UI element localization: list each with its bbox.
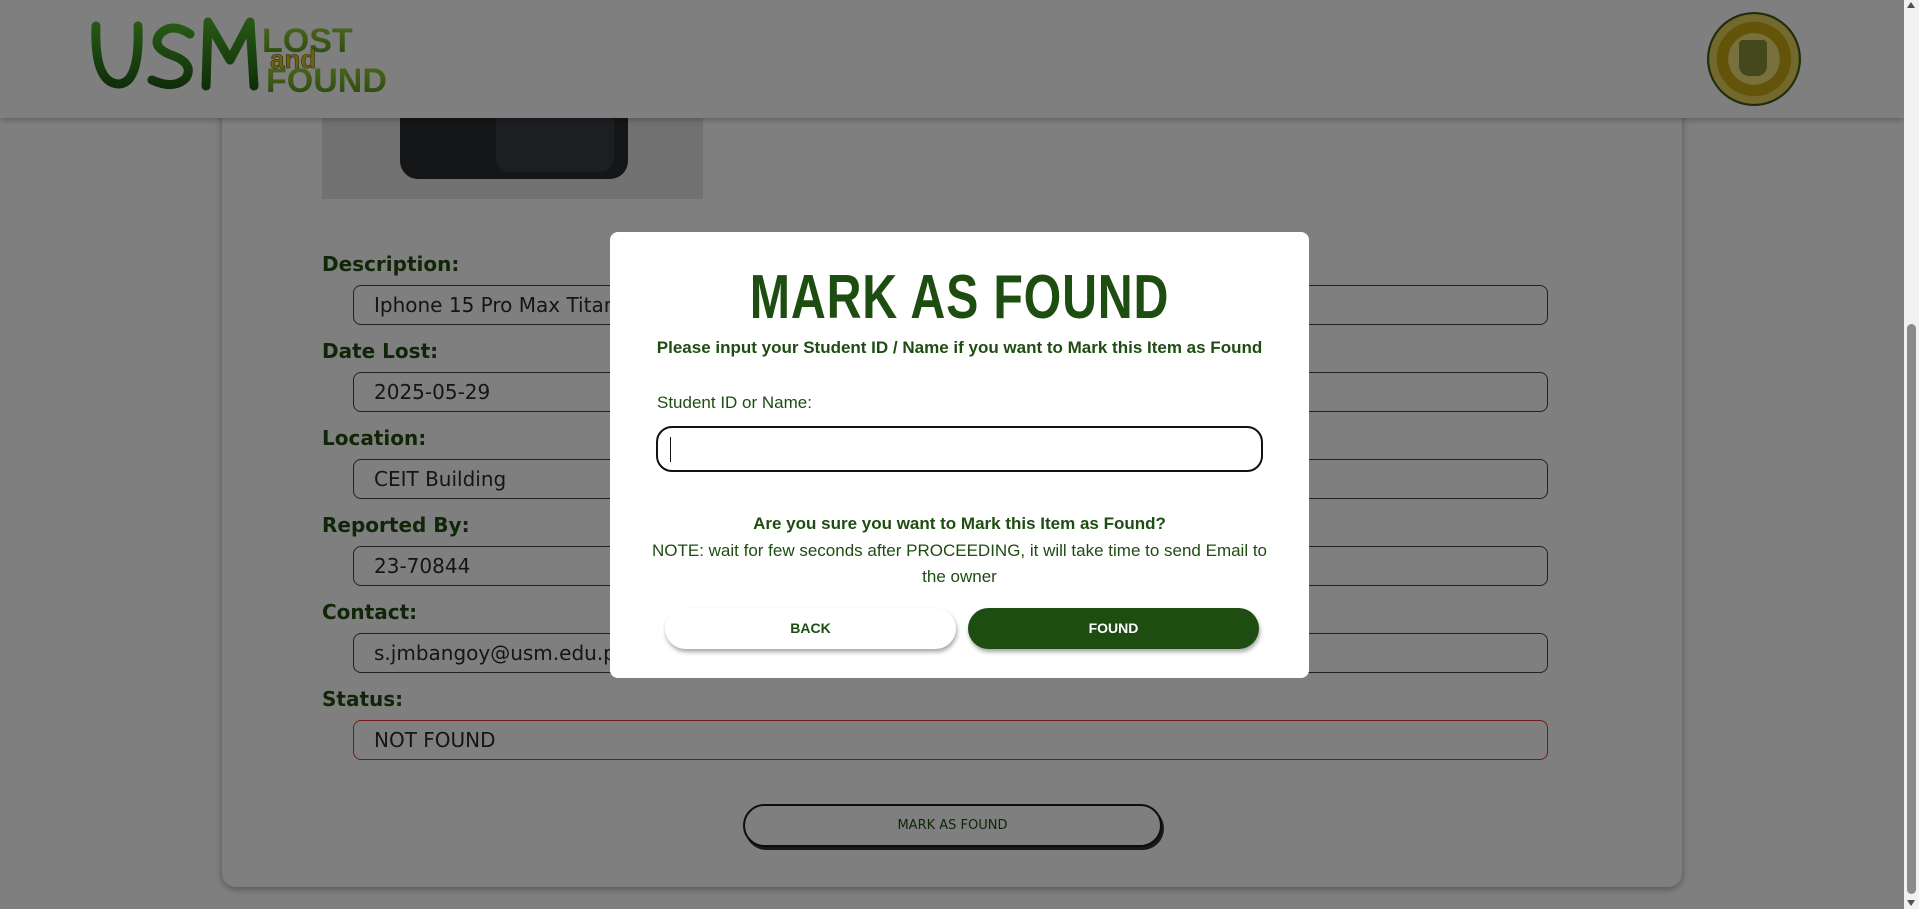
email-note: NOTE: wait for few seconds after PROCEED… [651, 541, 1268, 586]
modal-subtitle: Please input your Student ID / Name if y… [656, 338, 1263, 357]
text-cursor [670, 437, 671, 462]
scroll-up-arrow-icon[interactable] [1907, 2, 1915, 8]
confirm-question: Are you sure you want to Mark this Item … [753, 514, 1166, 533]
back-button[interactable]: BACK [665, 608, 956, 649]
page-scrollbar[interactable] [1904, 0, 1919, 909]
scroll-down-arrow-icon[interactable] [1907, 900, 1915, 906]
student-id-input[interactable] [656, 426, 1263, 472]
found-button[interactable]: FOUND [968, 608, 1259, 649]
scrollbar-thumb[interactable] [1907, 324, 1916, 894]
modal-title: MARK AS FOUND [749, 263, 1170, 332]
student-id-label: Student ID or Name: [657, 393, 812, 412]
mark-found-modal: MARK AS FOUND Please input your Student … [610, 232, 1309, 678]
